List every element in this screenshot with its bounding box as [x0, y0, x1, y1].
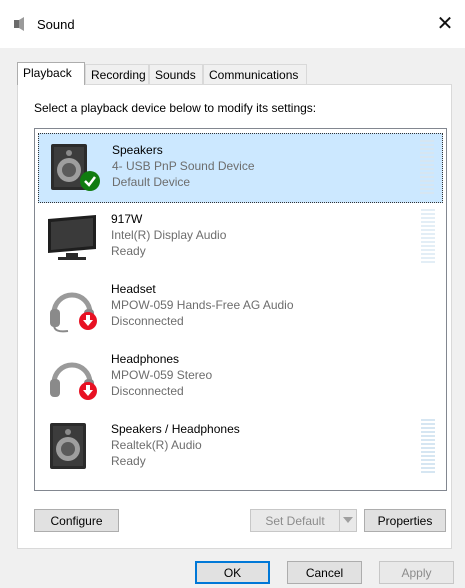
device-name: Headset	[111, 282, 156, 296]
device-text: Headphones MPOW-059 Stereo Disconnected	[111, 351, 212, 399]
device-text: Headset MPOW-059 Hands-Free AG Audio Dis…	[111, 281, 294, 329]
title-bar: Sound ✕	[0, 0, 465, 48]
configure-button[interactable]: Configure	[34, 509, 119, 532]
device-item-917w[interactable]: 917W Intel(R) Display Audio Ready	[38, 203, 443, 273]
window-title: Sound	[37, 17, 75, 32]
device-item-speakers-usb[interactable]: Speakers 4- USB PnP Sound Device Default…	[38, 133, 443, 203]
speaker-icon	[50, 423, 86, 469]
close-button[interactable]: ✕	[431, 10, 459, 38]
volume-meter	[420, 140, 434, 196]
apply-button[interactable]: Apply	[379, 561, 454, 584]
device-list[interactable]: Speakers 4- USB PnP Sound Device Default…	[34, 128, 447, 491]
device-text: Speakers / Headphones Realtek(R) Audio R…	[111, 421, 240, 469]
device-text: Speakers 4- USB PnP Sound Device Default…	[112, 142, 255, 190]
device-name: 917W	[111, 212, 143, 226]
device-detail: MPOW-059 Hands-Free AG Audio	[111, 298, 294, 312]
device-status: Ready	[111, 244, 146, 258]
set-default-button[interactable]: Set Default	[250, 509, 340, 532]
set-default-dropdown[interactable]	[339, 509, 357, 532]
device-name: Speakers	[112, 143, 163, 157]
volume-meter	[421, 419, 435, 475]
default-check-icon	[80, 171, 100, 191]
properties-button[interactable]: Properties	[364, 509, 446, 532]
volume-meter	[421, 209, 435, 265]
chevron-down-icon	[343, 517, 353, 523]
device-name: Headphones	[111, 352, 180, 366]
close-icon: ✕	[436, 13, 454, 35]
monitor-icon	[48, 215, 96, 260]
device-text: 917W Intel(R) Display Audio Ready	[111, 211, 226, 259]
speaker-icon	[14, 17, 24, 31]
device-status: Default Device	[112, 175, 191, 189]
device-name: Speakers / Headphones	[111, 422, 240, 436]
instruction-text: Select a playback device below to modify…	[34, 101, 317, 115]
cancel-button[interactable]: Cancel	[287, 561, 362, 584]
device-detail: MPOW-059 Stereo	[111, 368, 213, 382]
tab-playback[interactable]: Playback	[17, 62, 85, 85]
device-detail: Realtek(R) Audio	[111, 438, 202, 452]
device-item-headset[interactable]: Headset MPOW-059 Hands-Free AG Audio Dis…	[38, 273, 443, 343]
tab-sounds[interactable]: Sounds	[149, 64, 203, 84]
device-status: Disconnected	[111, 314, 184, 328]
device-status: Ready	[111, 454, 146, 468]
device-item-speakers-headphones[interactable]: Speakers / Headphones Realtek(R) Audio R…	[38, 413, 443, 483]
tab-communications[interactable]: Communications	[203, 64, 307, 84]
device-status: Disconnected	[111, 384, 184, 398]
disconnected-arrow-icon	[79, 312, 97, 330]
ok-button[interactable]: OK	[195, 561, 270, 584]
device-detail: 4- USB PnP Sound Device	[112, 159, 255, 173]
disconnected-arrow-icon	[79, 382, 97, 400]
device-item-headphones[interactable]: Headphones MPOW-059 Stereo Disconnected	[38, 343, 443, 413]
device-detail: Intel(R) Display Audio	[111, 228, 227, 242]
tab-recording[interactable]: Recording	[85, 64, 149, 84]
